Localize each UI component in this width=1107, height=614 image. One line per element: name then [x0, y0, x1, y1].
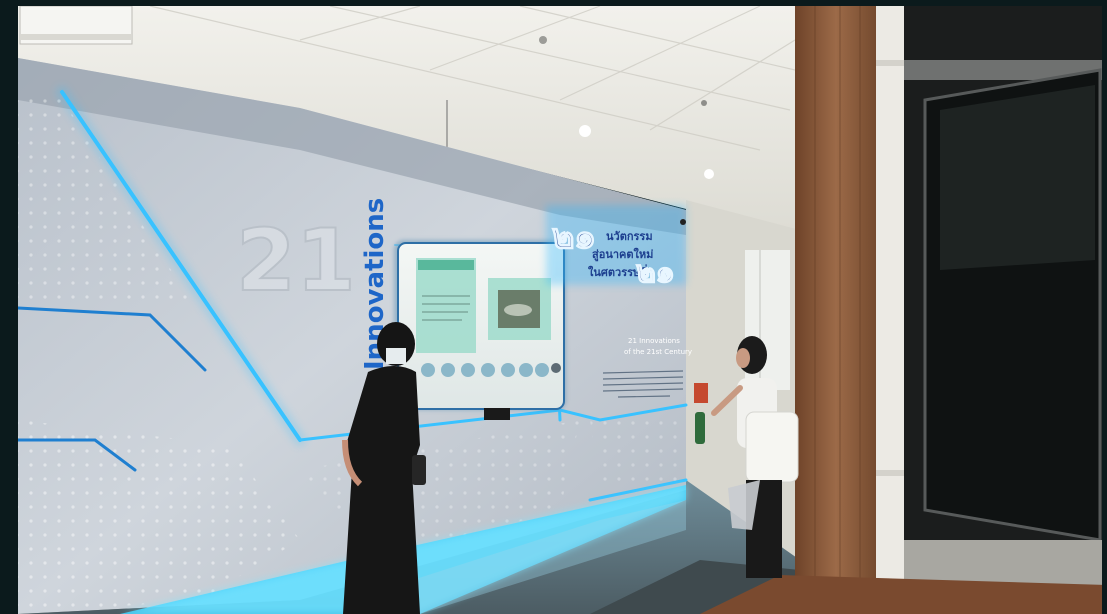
thai-numeral-right: ๒๑ [636, 255, 675, 290]
big-number-21: 21 [236, 211, 356, 311]
photo-canvas: 21 Innovations ๒๑ นวัตกรรม สู่อนาคตใหม่ … [0, 0, 1107, 614]
white-pipe [876, 6, 904, 614]
ceiling-light [704, 169, 714, 179]
thai-title-line1: นวัตกรรม [606, 230, 653, 243]
thai-exhibition-title: ๒๑ นวัตกรรม สู่อนาคตใหม่ ในศตวรรษที่ ๒๑ [546, 205, 686, 291]
exhibition-photo: 21 Innovations ๒๑ นวัตกรรม สู่อนาคตใหม่ … [0, 0, 1107, 614]
thai-numeral-left: ๒๑ [552, 217, 596, 257]
screen-text-card [416, 258, 476, 353]
fire-extinguisher [695, 412, 705, 444]
ceiling-light [579, 125, 591, 137]
fire-sign [694, 383, 708, 403]
tote-bag [745, 411, 799, 483]
sensor-bar [484, 408, 510, 420]
ceiling-sensor [539, 36, 547, 44]
wood-column [795, 6, 877, 614]
english-title-line1: 21 Innovations [628, 337, 680, 345]
english-title-line2: of the 21st Century [624, 348, 692, 356]
